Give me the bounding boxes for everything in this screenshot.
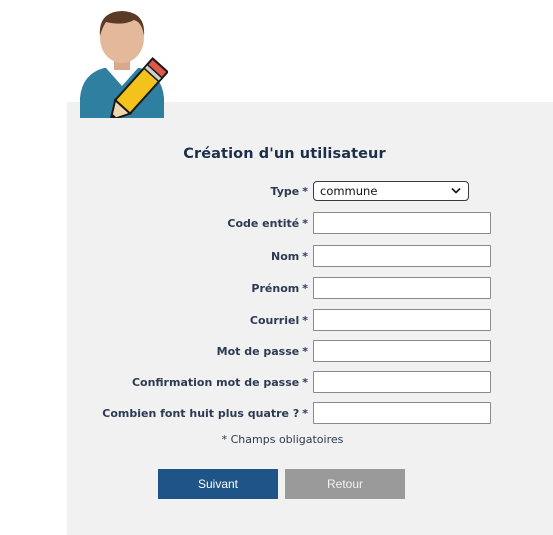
confirmation-label: Confirmation mot de passe * — [132, 371, 308, 395]
page: Création d'un utilisateur Type * commune … — [0, 0, 553, 535]
type-label-text: Type — [270, 185, 300, 198]
prenom-row: Prénom * — [0, 277, 553, 301]
confirmation-row: Confirmation mot de passe * — [0, 371, 553, 395]
code-entite-label: Code entité * — [227, 212, 308, 236]
captcha-field[interactable] — [313, 402, 491, 424]
prenom-label: Prénom * — [251, 277, 308, 301]
nom-field[interactable] — [313, 245, 491, 267]
required-mark: * — [302, 217, 308, 230]
required-mark: * — [302, 376, 308, 389]
mot-de-passe-row: Mot de passe * — [0, 340, 553, 364]
captcha-row: Combien font huit plus quatre ? * — [0, 402, 553, 426]
password-confirm-field[interactable] — [313, 371, 491, 393]
prenom-field[interactable] — [313, 277, 491, 299]
captcha-label-text: Combien font huit plus quatre ? — [102, 407, 300, 420]
required-mark: * — [302, 282, 308, 295]
nom-label: Nom * — [271, 245, 308, 269]
chevron-down-icon — [451, 188, 461, 194]
page-title: Création d'un utilisateur — [0, 146, 553, 162]
mot-de-passe-label: Mot de passe * — [217, 340, 308, 364]
email-field[interactable] — [313, 309, 491, 331]
required-mark: * — [302, 185, 308, 198]
required-mark: * — [302, 314, 308, 327]
form-title: Création d'un utilisateur — [183, 146, 386, 162]
courriel-label: Courriel * — [250, 309, 308, 333]
required-mark: * — [302, 407, 308, 420]
type-select[interactable]: commune — [313, 181, 469, 201]
type-label: Type * — [271, 180, 308, 204]
password-field[interactable] — [313, 340, 491, 362]
captcha-label: Combien font huit plus quatre ? * — [102, 402, 308, 426]
required-fields-note: * Champs obligatoires — [0, 433, 553, 446]
back-button[interactable]: Retour — [285, 469, 405, 499]
courriel-label-text: Courriel — [249, 314, 300, 327]
code-entite-field[interactable] — [313, 212, 491, 234]
prenom-label-text: Prénom — [251, 282, 300, 295]
nom-row: Nom * — [0, 245, 553, 269]
type-row: Type * commune — [0, 180, 553, 204]
nom-label-text: Nom — [271, 250, 300, 263]
next-button[interactable]: Suivant — [158, 469, 278, 499]
courriel-row: Courriel * — [0, 309, 553, 333]
code-entite-row: Code entité * — [0, 212, 553, 236]
confirmation-label-text: Confirmation mot de passe — [131, 376, 300, 389]
mot-de-passe-label-text: Mot de passe — [216, 345, 300, 358]
required-mark: * — [302, 250, 308, 263]
required-note-text: * Champs obligatoires — [221, 433, 344, 446]
user-edit-icon — [80, 11, 168, 118]
code-entite-label-text: Code entité — [227, 217, 300, 230]
type-select-value: commune — [320, 184, 378, 198]
required-mark: * — [302, 345, 308, 358]
